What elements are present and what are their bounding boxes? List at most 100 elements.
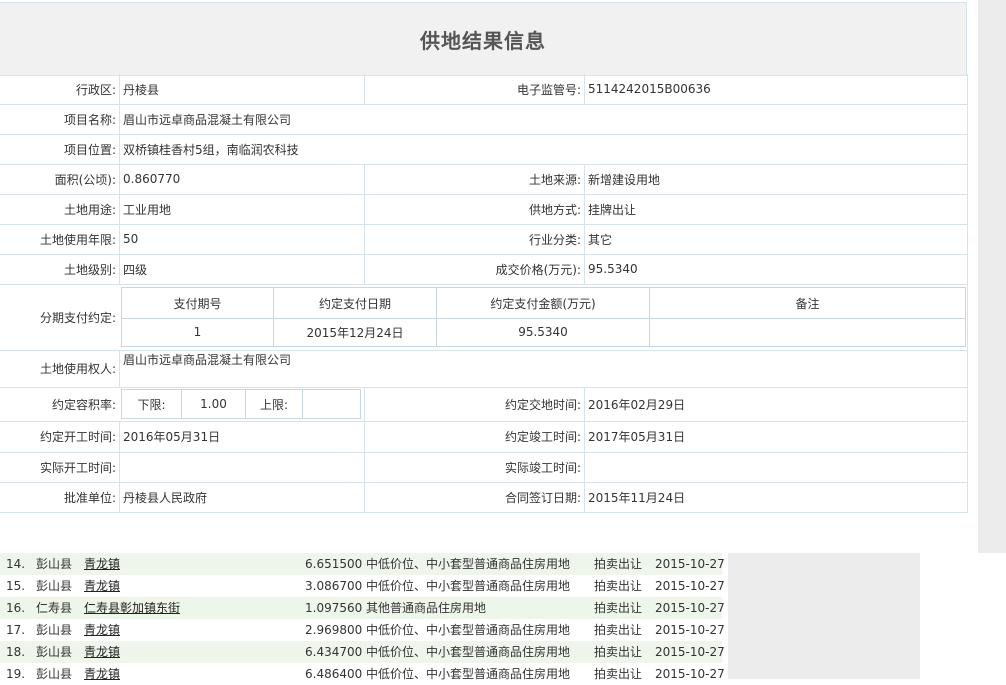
list-item[interactable]: 17. 彭山县 青龙镇 2.969800 中低价位、中小套型普通商品住房用地 拍…	[0, 619, 725, 641]
district-value: 丹棱县	[119, 74, 364, 104]
approver-label: 批准单位:	[63, 490, 116, 505]
payment-table: 支付期号 约定支付日期 约定支付金额(万元) 备注 1 2015年12月24日 …	[121, 287, 966, 347]
installment-label: 分期支付约定:	[39, 310, 116, 325]
start-value: 2016年05月31日	[119, 421, 364, 452]
row-start: 约定开工时间: 2016年05月31日 约定竣工时间: 2017年05月31日	[0, 421, 968, 453]
project-location-value: 双桥镇桂香村5组，南临润农科技	[119, 134, 967, 164]
row-grade: 土地级别: 四级 成交价格(万元): 95.5340	[0, 254, 968, 285]
start-label: 约定开工时间:	[39, 430, 116, 444]
industry-label: 行业分类:	[364, 224, 584, 254]
supply-method-label: 供地方式:	[364, 194, 584, 224]
grade-value: 四级	[119, 254, 364, 284]
payment-header-row: 支付期号 约定支付日期 约定支付金额(万元) 备注	[122, 288, 965, 319]
industry-value: 其它	[584, 224, 967, 254]
actual-finish-value	[584, 452, 967, 482]
row-project-name: 项目名称: 眉山市远卓商品混凝土有限公司	[0, 104, 968, 135]
land-use-value: 工业用地	[119, 194, 364, 224]
list-item-number: 19.	[6, 667, 26, 681]
list-item-date: 2015-10-27	[655, 579, 725, 593]
supply-result-form: 供地结果信息 行政区: 丹棱县 电子监管号: 5114242015B00636 …	[0, 0, 968, 513]
ratio-lower-value: 1.00	[182, 390, 246, 418]
ratio-box: 下限: 1.00 上限:	[121, 389, 361, 419]
list-item-method: 拍卖出让	[594, 623, 643, 637]
list-item-town-link[interactable]: 青龙镇	[84, 663, 120, 685]
list-item-area: 6.486400	[305, 667, 363, 681]
result-list: 14. 彭山县 青龙镇 6.651500 中低价位、中小套型普通商品住房用地 拍…	[0, 553, 725, 685]
ratio-label: 约定容积率:	[51, 397, 116, 412]
list-item[interactable]: 18. 彭山县 青龙镇 6.434700 中低价位、中小套型普通商品住房用地 拍…	[0, 641, 725, 663]
list-item[interactable]: 19. 彭山县 青龙镇 6.486400 中低价位、中小套型普通商品住房用地 拍…	[0, 663, 725, 685]
list-item-method: 拍卖出让	[594, 601, 643, 615]
list-item-use: 中低价位、中小套型普通商品住房用地	[366, 579, 571, 593]
list-item-use: 中低价位、中小套型普通商品住房用地	[366, 623, 571, 637]
list-item[interactable]: 16. 仁寿县 仁寿县彰加镇东街 1.097560 其他普通商品住房用地 拍卖出…	[0, 597, 725, 619]
row-area: 面积(公顷): 0.860770 土地来源: 新增建设用地	[0, 164, 968, 195]
list-item-area: 2.969800	[305, 623, 363, 637]
list-item-county: 彭山县	[36, 623, 73, 637]
payment-cell: 1	[122, 318, 274, 346]
list-item-use: 中低价位、中小套型普通商品住房用地	[366, 557, 571, 571]
approver-value: 丹棱县人民政府	[119, 482, 364, 512]
list-item-number: 14.	[6, 557, 26, 571]
price-label: 成交价格(万元):	[364, 254, 584, 284]
list-item-method: 拍卖出让	[594, 645, 643, 659]
ratio-upper-value	[303, 390, 360, 418]
payment-header-cell: 约定支付金额(万元)	[437, 288, 650, 318]
scrollbar-track[interactable]	[978, 0, 1006, 553]
form-header: 供地结果信息	[0, 2, 967, 76]
list-item-town-link[interactable]: 青龙镇	[84, 641, 120, 663]
land-source-label: 土地来源:	[364, 164, 584, 194]
contract-date-value: 2015年11月24日	[584, 482, 967, 512]
list-item-use: 中低价位、中小套型普通商品住房用地	[366, 667, 571, 681]
list-item[interactable]: 15. 彭山县 青龙镇 3.086700 中低价位、中小套型普通商品住房用地 拍…	[0, 575, 725, 597]
term-value: 50	[119, 224, 364, 254]
delivery-value: 2016年02月29日	[584, 387, 967, 421]
list-item-number: 18.	[6, 645, 26, 659]
finish-value: 2017年05月31日	[584, 421, 967, 452]
row-holder: 土地使用权人: 眉山市远卓商品混凝土有限公司	[0, 350, 968, 388]
list-item-method: 拍卖出让	[594, 667, 643, 681]
list-item-town-link[interactable]: 仁寿县彰加镇东街	[84, 597, 180, 619]
payment-row: 1 2015年12月24日 95.5340	[122, 318, 965, 346]
area-label: 面积(公顷):	[54, 172, 116, 187]
list-item-use: 中低价位、中小套型普通商品住房用地	[366, 645, 571, 659]
list-item-town-link[interactable]: 青龙镇	[84, 553, 120, 575]
side-panel-placeholder	[728, 553, 920, 679]
list-item-town-link[interactable]: 青龙镇	[84, 575, 120, 597]
supply-method-value: 挂牌出让	[584, 194, 967, 224]
list-item-date: 2015-10-27	[655, 667, 725, 681]
payment-cell: 2015年12月24日	[274, 318, 437, 346]
price-value: 95.5340	[584, 254, 967, 284]
list-item-area: 3.086700	[305, 579, 363, 593]
project-name-value: 眉山市远卓商品混凝土有限公司	[119, 104, 967, 134]
payment-header-cell: 备注	[795, 296, 820, 311]
area-value: 0.860770	[119, 164, 364, 194]
payment-cell: 95.5340	[437, 318, 650, 346]
list-item-date: 2015-10-27	[655, 601, 725, 615]
finish-label: 约定竣工时间:	[364, 421, 584, 452]
list-item-date: 2015-10-27	[655, 623, 725, 637]
list-item[interactable]: 14. 彭山县 青龙镇 6.651500 中低价位、中小套型普通商品住房用地 拍…	[0, 553, 725, 575]
supervision-no-label: 电子监管号:	[364, 74, 584, 104]
payment-header-cell: 约定支付日期	[274, 288, 437, 318]
holder-label: 土地使用权人:	[39, 362, 116, 376]
payment-header-cell: 支付期号	[122, 288, 274, 318]
project-location-label: 项目位置:	[63, 142, 116, 157]
contract-date-label: 合同签订日期:	[364, 482, 584, 512]
list-item-number: 15.	[6, 579, 26, 593]
row-actual: 实际开工时间: 实际竣工时间:	[0, 452, 968, 483]
list-item-use: 其他普通商品住房用地	[366, 601, 487, 615]
list-item-county: 彭山县	[36, 667, 73, 681]
list-item-area: 6.651500	[305, 557, 363, 571]
list-item-town-link[interactable]: 青龙镇	[84, 619, 120, 641]
term-label: 土地使用年限:	[39, 232, 116, 247]
row-district: 行政区: 丹棱县 电子监管号: 5114242015B00636	[0, 74, 968, 105]
list-item-area: 6.434700	[305, 645, 363, 659]
land-use-label: 土地用途:	[63, 202, 116, 217]
list-item-county: 仁寿县	[36, 601, 73, 615]
land-source-value: 新增建设用地	[584, 164, 967, 194]
list-item-county: 彭山县	[36, 579, 73, 593]
row-land-use: 土地用途: 工业用地 供地方式: 挂牌出让	[0, 194, 968, 225]
actual-start-label: 实际开工时间:	[39, 460, 116, 475]
project-name-label: 项目名称:	[63, 112, 116, 127]
